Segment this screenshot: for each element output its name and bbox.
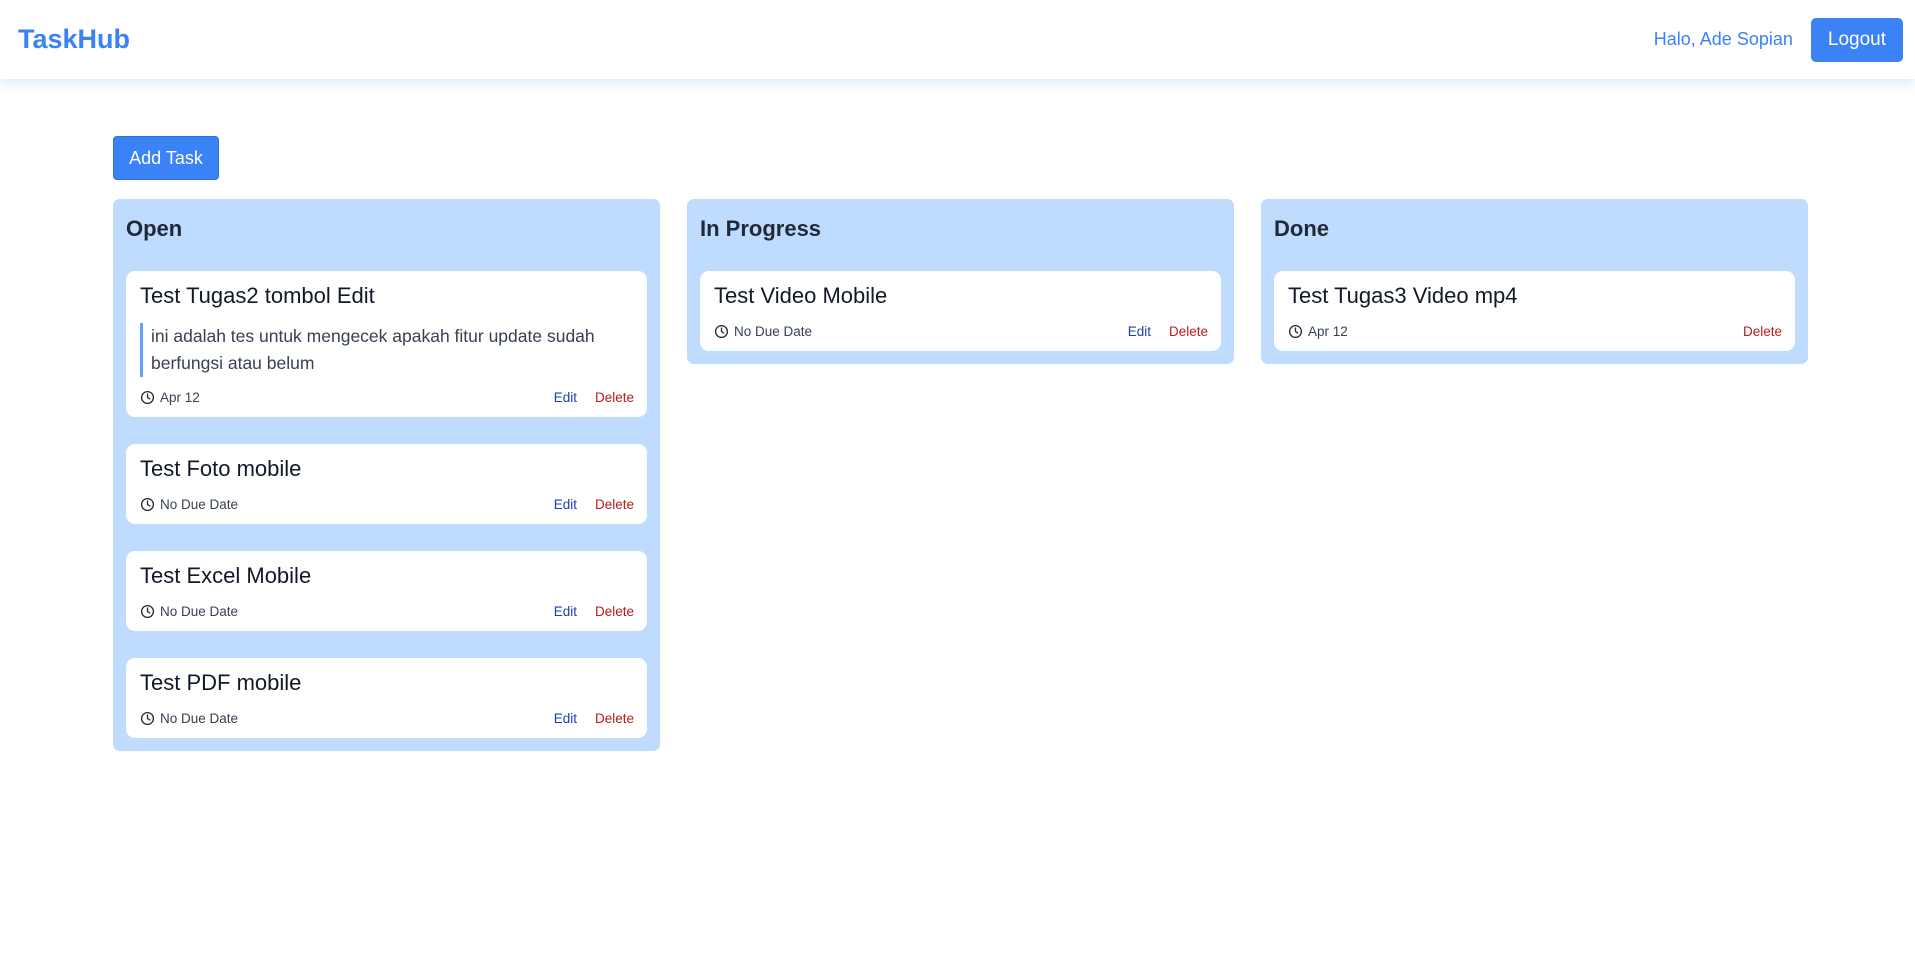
due-date: No Due Date (140, 604, 238, 619)
task-actions: Edit Delete (1128, 324, 1208, 339)
column-title: In Progress (700, 216, 822, 241)
clock-icon (140, 711, 155, 725)
column-done: Done Test Tugas3 Video mp4 Apr 12 Delete (1261, 199, 1808, 364)
task-title: Test Tugas3 Video mp4 (1288, 283, 1518, 308)
task-footer: No Due Date Edit Delete (140, 710, 634, 726)
brand-logo[interactable]: TaskHub (18, 24, 130, 55)
task-footer: Apr 12 Delete (1288, 323, 1782, 339)
task-card[interactable]: Test Video Mobile No Due Date Edit Delet… (700, 271, 1221, 351)
due-date: Apr 12 (140, 390, 200, 405)
due-date-text: No Due Date (160, 496, 239, 512)
task-actions: Edit Delete (554, 497, 634, 512)
task-actions: Delete (1743, 324, 1782, 339)
task-card[interactable]: Test Tugas3 Video mp4 Apr 12 Delete (1274, 271, 1795, 351)
task-title: Test Foto mobile (140, 456, 302, 481)
due-date-text: No Due Date (734, 323, 813, 339)
delete-link[interactable]: Delete (1169, 324, 1208, 339)
task-actions: Edit Delete (554, 711, 634, 726)
task-actions: Edit Delete (554, 604, 634, 619)
due-date-text: Apr 12 (1308, 323, 1348, 339)
task-description: ini adalah tes untuk mengecek apakah fit… (140, 323, 634, 377)
delete-link[interactable]: Delete (595, 711, 634, 726)
due-date-text: Apr 12 (160, 389, 200, 405)
task-footer: Apr 12 Edit Delete (140, 389, 634, 405)
clock-icon (714, 324, 729, 338)
edit-link[interactable]: Edit (554, 497, 577, 512)
task-footer: No Due Date Edit Delete (140, 496, 634, 512)
clock-icon (140, 497, 155, 511)
due-date-text: No Due Date (160, 603, 239, 619)
clock-icon (1288, 324, 1303, 338)
task-card[interactable]: Test PDF mobile No Due Date Edit Delete (126, 658, 647, 738)
clock-icon (140, 390, 155, 404)
column-title: Open (126, 216, 183, 241)
delete-link[interactable]: Delete (595, 497, 634, 512)
column-in-progress: In Progress Test Video Mobile No Due Dat… (687, 199, 1234, 364)
task-title: Test Video Mobile (714, 283, 888, 308)
delete-link[interactable]: Delete (1743, 324, 1782, 339)
column-title: Done (1274, 216, 1329, 241)
edit-link[interactable]: Edit (1128, 324, 1151, 339)
column-open: Open Test Tugas2 tombol Edit ini adalah … (113, 199, 660, 751)
task-footer: No Due Date Edit Delete (140, 603, 634, 619)
task-title: Test PDF mobile (140, 670, 302, 695)
clock-icon (140, 604, 155, 618)
logout-button[interactable]: Logout (1810, 17, 1903, 62)
edit-link[interactable]: Edit (554, 604, 577, 619)
due-date: Apr 12 (1288, 324, 1348, 339)
due-date-text: No Due Date (160, 710, 239, 726)
delete-link[interactable]: Delete (595, 604, 634, 619)
add-task-button[interactable]: Add Task (113, 136, 219, 180)
task-actions: Edit Delete (554, 390, 634, 405)
due-date: No Due Date (714, 324, 812, 339)
delete-link[interactable]: Delete (595, 390, 634, 405)
user-greeting: Halo, Ade Sopian (1653, 29, 1793, 49)
task-title: Test Tugas2 tombol Edit (140, 283, 375, 308)
due-date: No Due Date (140, 497, 238, 512)
edit-link[interactable]: Edit (554, 390, 577, 405)
task-card[interactable]: Test Excel Mobile No Due Date Edit Delet… (126, 551, 647, 631)
task-footer: No Due Date Edit Delete (714, 323, 1208, 339)
due-date: No Due Date (140, 711, 238, 726)
task-title: Test Excel Mobile (140, 563, 312, 588)
task-card[interactable]: Test Foto mobile No Due Date Edit Delete (126, 444, 647, 524)
task-card[interactable]: Test Tugas2 tombol Edit ini adalah tes u… (126, 271, 647, 417)
nav-right: Halo, Ade Sopian Logout (1653, 17, 1903, 62)
navbar: TaskHub Halo, Ade Sopian Logout (0, 0, 1915, 79)
edit-link[interactable]: Edit (554, 711, 577, 726)
